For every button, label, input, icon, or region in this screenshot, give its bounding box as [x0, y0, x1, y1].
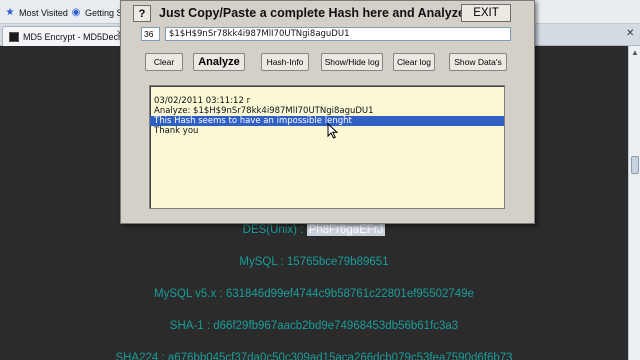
hash-value: 15765bce79b89651 [286, 256, 389, 268]
scroll-thumb[interactable] [631, 156, 639, 174]
hash-info-button[interactable]: Hash-Info [261, 53, 309, 71]
hash-input[interactable]: $1$H$9nSr78kk4i987MlI70UTNgi8aguDU1 [165, 27, 511, 41]
bookmark-label: Most Visited [19, 7, 68, 18]
hash-result-mysql-v5: MySQL v5.x : 631846d99ef4744c9b58761c228… [0, 288, 628, 300]
firefox-icon: ◉ [71, 7, 81, 18]
bookmark-label: Getting S [85, 7, 123, 18]
show-datas-button[interactable]: Show Data's [449, 53, 507, 71]
tab-md5-encrypt[interactable]: MD5 Encrypt - MD5Decry [2, 26, 128, 46]
dialog-title: Just Copy/Paste a complete Hash here and… [159, 6, 476, 20]
hash-result-sha1: SHA-1 : d66f29fb967aacb2bd9e74968453db56… [0, 320, 628, 332]
hash-label: SHA224 : [115, 352, 168, 360]
exit-button[interactable]: EXIT [461, 4, 511, 22]
log-line[interactable]: Thank you [154, 126, 198, 136]
bookmark-star-icon: ★ [5, 7, 15, 18]
bookmark-most-visited[interactable]: ★ Most Visited [4, 5, 68, 20]
hash-value: 631846d99ef4744c9b58761c22801ef95502749e [225, 288, 474, 300]
tab-label: MD5 Encrypt - MD5Decry [23, 31, 126, 42]
hash-value: a676bb045cf37da0c50c309ad15aca266dcb079c… [167, 352, 513, 360]
page-scrollbar[interactable]: ▲ [628, 46, 640, 360]
hash-value: d66f29fb967aacb2bd9e74968453db56b61fc3a3 [213, 320, 459, 332]
hash-length-field: 36 [141, 27, 160, 41]
clear-log-button[interactable]: Clear log [393, 53, 435, 71]
hash-result-mysql: MySQL : 15765bce79b89651 [0, 256, 628, 268]
log-line[interactable]: 03/02/2011 03:11:12 r [154, 96, 250, 106]
hash-result-des-unix: DES(Unix) : Ph8Fr6gaEFrJ [0, 224, 628, 236]
bookmark-getting-started[interactable]: ◉ Getting S [70, 5, 123, 20]
help-button[interactable]: ? [133, 5, 151, 22]
hash-value-highlighted[interactable]: Ph8Fr6gaEFrJ [306, 224, 386, 236]
close-icon[interactable]: ✕ [626, 28, 634, 39]
hash-label: MySQL : [239, 256, 287, 268]
show-hide-log-button[interactable]: Show/Hide log [321, 53, 383, 71]
log-line[interactable]: Analyze: $1$H$9nSr78kk4i987MlI70UTNgi8ag… [154, 106, 374, 116]
hash-label: SHA-1 : [169, 320, 214, 332]
hash-analyzer-dialog: ? Just Copy/Paste a complete Hash here a… [120, 0, 535, 224]
clear-button[interactable]: Clear [145, 53, 183, 71]
site-favicon-icon [9, 31, 19, 42]
hash-label: DES(Unix) : [242, 224, 307, 236]
log-listbox[interactable]: 03/02/2011 03:11:12 r Analyze: $1$H$9nSr… [149, 85, 505, 209]
hash-result-sha224: SHA224 : a676bb045cf37da0c50c309ad15aca2… [0, 352, 628, 360]
mouse-pointer-icon [327, 123, 339, 139]
analyze-button[interactable]: Analyze [193, 53, 245, 71]
hash-label: MySQL v5.x : [154, 288, 226, 300]
scroll-up-arrow-icon[interactable]: ▲ [631, 48, 639, 57]
